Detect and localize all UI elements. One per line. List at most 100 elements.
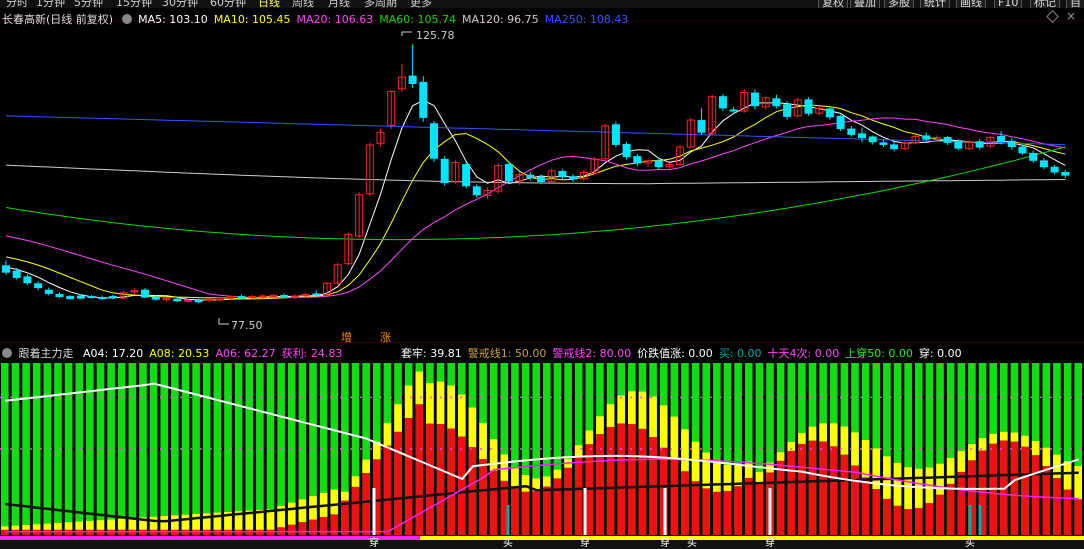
bar-red bbox=[224, 529, 232, 535]
bar-yellow bbox=[32, 524, 41, 530]
bar-yellow bbox=[521, 475, 530, 492]
bar-red bbox=[798, 443, 806, 535]
bar-yellow bbox=[999, 431, 1008, 441]
bar-red bbox=[883, 498, 891, 535]
bar-red bbox=[43, 529, 52, 535]
bar-red bbox=[309, 519, 317, 535]
bar-yellow bbox=[96, 520, 105, 530]
bar-red bbox=[107, 529, 115, 535]
bar-red bbox=[22, 529, 30, 535]
bar-red bbox=[681, 471, 689, 535]
bar-yellow bbox=[415, 371, 424, 405]
bar-red bbox=[829, 446, 838, 535]
bar-yellow bbox=[904, 467, 912, 510]
bar-yellow bbox=[468, 407, 477, 448]
bar-red bbox=[96, 529, 105, 535]
bar-red bbox=[564, 467, 572, 535]
bar-green bbox=[1, 363, 9, 535]
bar-yellow bbox=[64, 522, 73, 530]
bar-yellow bbox=[54, 522, 62, 530]
bar-yellow bbox=[968, 444, 976, 461]
bar-red bbox=[574, 455, 583, 535]
bar-yellow bbox=[117, 518, 126, 530]
bar-red bbox=[1053, 477, 1061, 535]
bar-red bbox=[1, 529, 9, 535]
bar-yellow bbox=[670, 416, 679, 460]
bar-yellow bbox=[86, 520, 94, 530]
bottom-signal-label: 买 bbox=[503, 537, 513, 549]
bar-red bbox=[362, 473, 370, 535]
bar-yellow bbox=[861, 440, 870, 478]
bar-yellow bbox=[1, 526, 9, 530]
bar-red bbox=[75, 529, 84, 535]
bar-red bbox=[819, 441, 827, 535]
bar-red bbox=[628, 424, 636, 535]
bar-red bbox=[511, 488, 519, 535]
bar-red bbox=[266, 529, 275, 535]
bar-yellow bbox=[659, 405, 668, 448]
bar-red bbox=[149, 529, 158, 535]
bar-red bbox=[638, 428, 647, 535]
bar-yellow bbox=[287, 502, 296, 525]
bar-red bbox=[394, 431, 402, 535]
bar-yellow bbox=[957, 451, 966, 472]
bar-yellow bbox=[181, 514, 190, 530]
bar-yellow bbox=[1031, 441, 1040, 456]
bar-yellow bbox=[500, 454, 509, 481]
bottom-signal-label: 买 bbox=[965, 537, 975, 549]
bar-yellow bbox=[489, 439, 498, 471]
bar-yellow bbox=[394, 404, 402, 432]
bar-red bbox=[64, 529, 73, 535]
bar-yellow bbox=[511, 466, 519, 489]
bar-red bbox=[213, 529, 222, 535]
bar-yellow bbox=[149, 516, 158, 530]
bar-red bbox=[11, 529, 20, 535]
bottom-signal-label: 穿 bbox=[580, 536, 590, 549]
bar-red bbox=[479, 459, 487, 535]
bar-yellow bbox=[75, 521, 84, 530]
bar-green bbox=[202, 363, 211, 535]
bar-red bbox=[925, 503, 934, 535]
bar-red bbox=[543, 486, 551, 535]
bar-yellow bbox=[192, 514, 200, 530]
bar-yellow bbox=[840, 426, 849, 455]
bottom-signal-label: 买 bbox=[687, 537, 697, 549]
bar-yellow bbox=[351, 476, 360, 487]
bar-red bbox=[117, 529, 126, 535]
bar-yellow bbox=[628, 391, 636, 425]
bar-red bbox=[1063, 489, 1072, 535]
bar-yellow bbox=[457, 394, 466, 437]
bar-red bbox=[489, 470, 498, 535]
bar-yellow bbox=[744, 461, 753, 478]
bar-yellow bbox=[596, 416, 604, 435]
bar-red bbox=[521, 491, 530, 535]
bar-red bbox=[436, 423, 445, 535]
bar-yellow bbox=[479, 423, 487, 460]
bar-yellow bbox=[914, 468, 923, 509]
bottom-signal-label: 穿 bbox=[765, 536, 775, 549]
bar-yellow bbox=[713, 460, 721, 492]
bar-yellow bbox=[649, 396, 657, 438]
bar-yellow bbox=[691, 441, 700, 482]
bar-green bbox=[11, 363, 20, 535]
bar-red bbox=[32, 529, 41, 535]
bar-red bbox=[234, 529, 243, 535]
bar-red bbox=[553, 478, 562, 535]
bar-yellow bbox=[978, 438, 987, 451]
bar-yellow bbox=[617, 395, 626, 424]
bar-red bbox=[936, 494, 944, 535]
bar-red bbox=[298, 522, 307, 535]
bar-red bbox=[713, 491, 721, 535]
bar-yellow bbox=[43, 523, 52, 530]
bar-red bbox=[447, 428, 455, 535]
bar-yellow bbox=[946, 457, 955, 484]
bar-red bbox=[808, 440, 817, 535]
bar-red bbox=[160, 529, 169, 535]
bar-yellow bbox=[107, 519, 115, 530]
bar-yellow bbox=[330, 489, 339, 515]
bar-red bbox=[851, 465, 859, 535]
bar-red bbox=[617, 423, 626, 535]
bar-yellow bbox=[553, 469, 562, 479]
bar-yellow bbox=[426, 383, 434, 424]
bar-red bbox=[192, 529, 200, 535]
